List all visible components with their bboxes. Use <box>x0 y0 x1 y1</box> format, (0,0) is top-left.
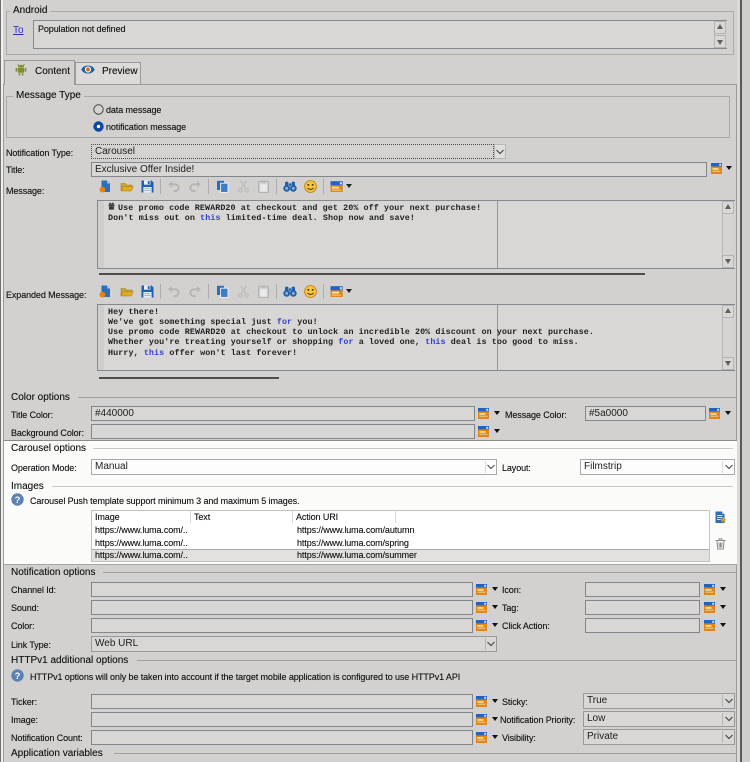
svg-text:?: ? <box>15 671 21 682</box>
svg-text:?: ? <box>15 495 21 506</box>
